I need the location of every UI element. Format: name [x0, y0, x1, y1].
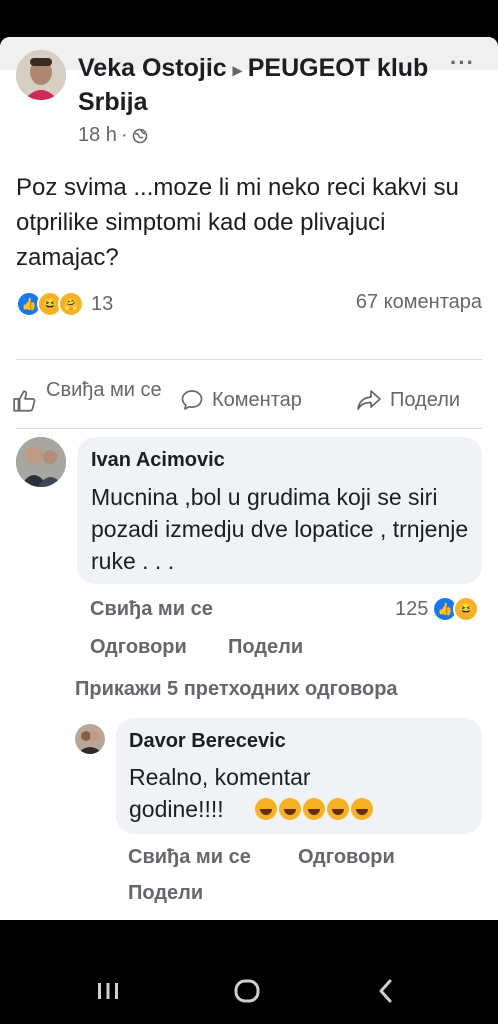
show-previous-replies[interactable]: Прикажи 5 претходних одговора	[75, 678, 398, 701]
comment-bubble: Ivan Acimovic Mucnina ,bol u grudima koj…	[77, 437, 482, 584]
commenter-avatar[interactable]	[16, 437, 66, 487]
post-reactions[interactable]: 👍 😆 🤗 13	[16, 291, 113, 317]
care-reaction-icon: 🤗	[58, 291, 84, 317]
reply-like-button[interactable]: Свиђа ми се	[128, 846, 251, 869]
comment-author-name[interactable]: Ivan Acimovic	[91, 449, 225, 472]
comment-count[interactable]: 67 коментара	[356, 291, 482, 314]
post-body-text: Poz svima ...moze li mi neko reci kakvi …	[16, 174, 459, 271]
reply-bubble: Davor Berecevic Realno, komentar godine!…	[116, 718, 482, 834]
globe-icon	[132, 128, 147, 143]
comment-reaction-count: 125	[395, 597, 429, 620]
comment-icon	[181, 390, 203, 410]
comment-reply-button[interactable]: Одговори	[90, 636, 187, 659]
laughing-emoji-icon	[279, 798, 301, 820]
like-icon	[13, 390, 36, 412]
post-header: Veka Ostojic ▸ PEUGEOT klub Srbija	[78, 52, 438, 118]
share-button[interactable]: Подели	[356, 388, 460, 412]
comment-label: Коментар	[212, 388, 302, 411]
comment-share-button[interactable]: Подели	[228, 636, 303, 659]
system-nav-bar	[0, 920, 498, 1024]
reply-reply-button[interactable]: Одговори	[298, 846, 395, 869]
reply-author-name[interactable]: Davor Berecevic	[129, 730, 286, 753]
laughing-emoji-icon	[351, 798, 373, 820]
reply-author-avatar[interactable]	[75, 724, 105, 754]
arrow-icon: ▸	[232, 60, 242, 80]
post-meta: 18 h ·	[78, 124, 148, 147]
home-icon[interactable]	[232, 975, 262, 1007]
comment-like-button[interactable]: Свиђа ми се	[90, 598, 213, 621]
laughing-emoji-icon	[255, 798, 277, 820]
recents-icon[interactable]	[95, 975, 121, 1007]
laughing-emoji-icon	[327, 798, 349, 820]
comment-button[interactable]: Коментар	[180, 388, 302, 412]
share-icon	[357, 390, 381, 410]
back-icon[interactable]	[374, 975, 398, 1007]
divider	[16, 428, 482, 429]
laughing-emoji-icon	[303, 798, 325, 820]
comment-text: Mucnina ,bol u grudima koji se siri poza…	[91, 484, 469, 574]
post-author-name[interactable]: Veka Ostojic	[78, 54, 227, 82]
more-options-icon[interactable]: ···	[450, 50, 475, 76]
laughing-emojis	[255, 798, 375, 822]
meta-separator: ·	[120, 124, 128, 146]
post-author-avatar[interactable]	[16, 50, 66, 100]
like-label: Свиђа ми се	[46, 379, 162, 401]
post-time[interactable]: 18 h	[78, 124, 117, 147]
share-label: Подели	[390, 388, 461, 411]
reaction-count: 13	[91, 292, 114, 315]
comment-reactions[interactable]: 125 👍 😆	[395, 596, 480, 622]
reply-share-button[interactable]: Подели	[128, 882, 203, 905]
divider	[16, 359, 482, 360]
like-button[interactable]: Свиђа ми се	[12, 378, 164, 414]
